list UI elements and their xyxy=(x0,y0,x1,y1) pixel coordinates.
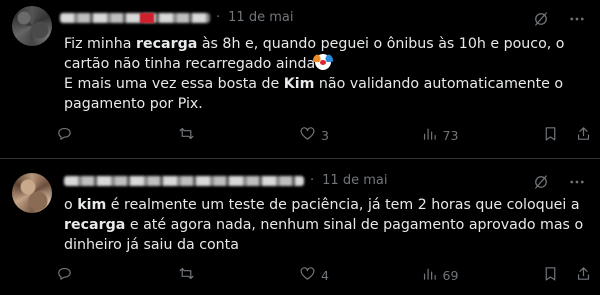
retweet-button[interactable] xyxy=(178,265,238,285)
tweet-actions: 4 69 xyxy=(56,265,592,285)
clown-face-icon xyxy=(313,54,334,70)
views-icon xyxy=(421,125,438,145)
tweet-date[interactable]: 11 de mai xyxy=(322,173,387,188)
more-icon[interactable] xyxy=(568,173,586,195)
share-icon[interactable] xyxy=(575,265,592,285)
grok-icon[interactable] xyxy=(532,10,550,32)
reply-icon xyxy=(56,265,73,285)
reply-button[interactable] xyxy=(56,125,116,145)
avatar[interactable] xyxy=(12,173,52,213)
tweet-date[interactable]: 11 de mai xyxy=(228,10,293,25)
share-icon[interactable] xyxy=(575,125,592,145)
text-segment: Fiz minha xyxy=(64,36,136,52)
views-icon xyxy=(421,265,438,285)
views-count: 69 xyxy=(442,267,459,283)
bookmark-icon[interactable] xyxy=(542,125,559,145)
avatar[interactable] xyxy=(12,6,52,46)
more-icon[interactable] xyxy=(568,10,586,32)
views-count: 73 xyxy=(442,127,459,143)
highlighted-keyword: recarga xyxy=(135,36,198,52)
retweet-icon xyxy=(178,125,195,145)
tweet-header: · 11 de mai xyxy=(60,10,293,32)
like-count: 4 xyxy=(321,267,329,283)
tweet-actions: 3 73 xyxy=(56,125,592,145)
highlighted-keyword: kim xyxy=(77,197,107,213)
text-segment: é realmente um teste de paciência, já te… xyxy=(110,197,580,213)
text-segment: o xyxy=(64,197,78,213)
tweet-text: o kim é realmente um teste de paciência,… xyxy=(64,195,584,255)
highlighted-keyword: Kim xyxy=(283,76,315,92)
tweet-header: · 11 de mai xyxy=(64,173,387,195)
text-segment: E mais uma vez essa bosta de xyxy=(64,76,280,92)
tweet-top-actions xyxy=(532,173,586,195)
views-button[interactable]: 73 xyxy=(421,125,481,145)
reply-button[interactable] xyxy=(56,265,116,285)
reply-icon xyxy=(56,125,73,145)
tweet-secondary-actions xyxy=(542,265,592,285)
like-icon xyxy=(299,125,316,145)
like-button[interactable]: 4 xyxy=(299,265,359,285)
grok-icon[interactable] xyxy=(532,173,550,195)
like-count: 3 xyxy=(321,127,329,143)
tweet-text: Fiz minha recarga às 8h e, quando peguei… xyxy=(64,34,584,114)
tweet-secondary-actions xyxy=(542,125,592,145)
blurred-badge xyxy=(140,12,154,23)
like-icon xyxy=(299,265,316,285)
blurred-username[interactable] xyxy=(60,12,210,23)
retweet-icon xyxy=(178,265,195,285)
tweet[interactable]: · 11 de mai Fiz minha recarga às 8h e, qu… xyxy=(0,0,600,159)
bookmark-icon[interactable] xyxy=(542,265,559,285)
retweet-button[interactable] xyxy=(178,125,238,145)
tweet-top-actions xyxy=(532,10,586,32)
like-button[interactable]: 3 xyxy=(299,125,359,145)
text-segment: e até agora nada, nenhum sinal de pagame… xyxy=(64,217,584,253)
highlighted-keyword: recarga xyxy=(64,217,126,233)
blurred-username[interactable] xyxy=(64,175,304,186)
views-button[interactable]: 69 xyxy=(421,265,481,285)
tweet[interactable]: · 11 de mai o kim é realmente um teste de… xyxy=(0,159,600,295)
